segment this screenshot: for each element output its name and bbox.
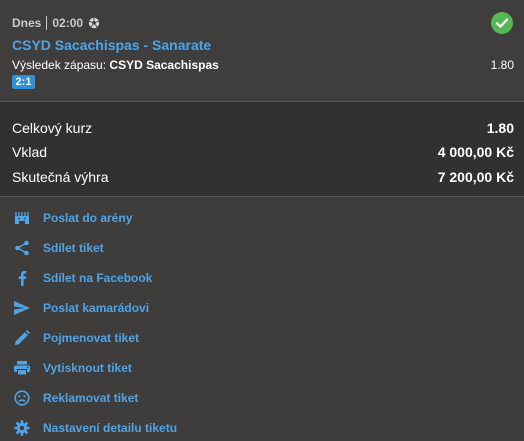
print-ticket-button[interactable]: Vytisknout tiket — [12, 357, 132, 379]
action-label: Vytisknout tiket — [43, 361, 132, 375]
stake-value: 4 000,00 Kč — [437, 144, 514, 160]
market-label: Výsledek zápasu: — [12, 58, 107, 72]
gear-icon — [12, 418, 32, 438]
total-odds-value: 1.80 — [486, 120, 514, 136]
action-label: Nastavení detailu tiketu — [43, 421, 178, 435]
action-label: Sdílet na Facebook — [43, 271, 153, 285]
soccer-ball-icon — [88, 17, 100, 29]
arena-icon — [12, 208, 32, 228]
ticket-actions: Poslat do arény Sdílet tiket Sdílet na F… — [0, 197, 524, 441]
match-name[interactable]: CSYD Sacachispas - Sanarate — [12, 37, 211, 53]
match-day: Dnes — [12, 16, 42, 30]
win-row: Skutečná výhra 7 200,00 Kč — [12, 167, 514, 187]
stake-row: Vklad 4 000,00 Kč — [12, 142, 514, 162]
action-label: Poslat do arény — [43, 211, 133, 225]
win-label: Skutečná výhra — [12, 169, 109, 185]
pencil-icon — [12, 328, 32, 348]
market-selection: Výsledek zápasu: CSYD Sacachispas — [12, 58, 219, 72]
total-odds-row: Celkový kurz 1.80 — [12, 118, 514, 138]
share-facebook-button[interactable]: Sdílet na Facebook — [12, 267, 152, 289]
action-label: Sdílet tiket — [43, 241, 104, 255]
win-value: 7 200,00 Kč — [437, 169, 514, 185]
action-label: Poslat kamarádovi — [43, 301, 150, 315]
total-odds-label: Celkový kurz — [12, 120, 93, 136]
action-label: Pojmenovat tiket — [43, 331, 140, 345]
bet-card: Dnes 02:00 CSYD Sacachispas - Sanarate V… — [0, 0, 524, 101]
meta-divider — [46, 16, 48, 30]
check-circle-icon — [491, 12, 513, 34]
share-ticket-button[interactable]: Sdílet tiket — [12, 237, 104, 259]
ticket-summary: Celkový kurz 1.80 Vklad 4 000,00 Kč Skut… — [0, 101, 524, 197]
match-meta: Dnes 02:00 — [12, 16, 100, 30]
ticket-detail-settings-button[interactable]: Nastavení detailu tiketu — [12, 417, 177, 439]
facebook-icon — [12, 268, 32, 288]
claim-ticket-button[interactable]: Reklamovat tiket — [12, 387, 138, 409]
bet-odd: 1.80 — [490, 58, 514, 72]
sad-face-icon — [12, 388, 32, 408]
match-time: 02:00 — [52, 16, 84, 30]
send-icon — [12, 298, 32, 318]
action-label: Reklamovat tiket — [43, 391, 139, 405]
share-icon — [12, 238, 32, 258]
score-badge: 2:1 — [12, 75, 35, 89]
printer-icon — [12, 358, 32, 378]
send-to-arena-button[interactable]: Poslat do arény — [12, 207, 132, 229]
stake-label: Vklad — [12, 144, 48, 160]
market-pick: CSYD Sacachispas — [109, 58, 219, 72]
name-ticket-button[interactable]: Pojmenovat tiket — [12, 327, 139, 349]
send-to-friend-button[interactable]: Poslat kamarádovi — [12, 297, 149, 319]
